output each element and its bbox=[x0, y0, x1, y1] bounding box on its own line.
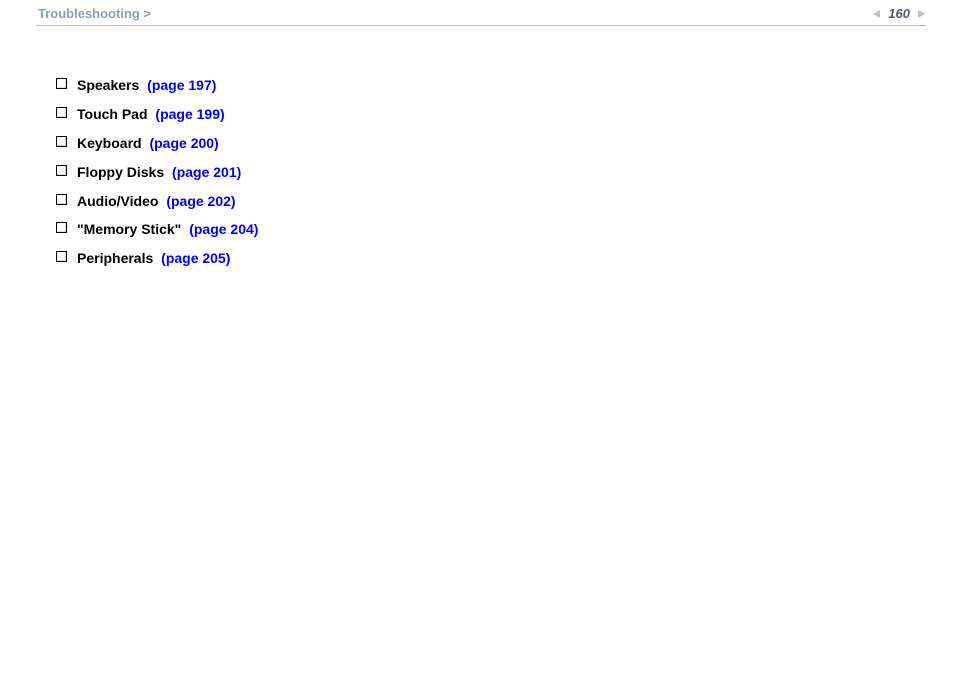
bullet-icon bbox=[56, 165, 67, 176]
bullet-icon bbox=[56, 78, 67, 89]
item-label: Peripherals bbox=[77, 250, 153, 266]
list-item: Keyboard (page 200) bbox=[56, 134, 954, 153]
page-link[interactable]: (page 204) bbox=[189, 221, 258, 237]
item-label: Audio/Video bbox=[77, 193, 158, 209]
list-item: Touch Pad (page 199) bbox=[56, 105, 954, 124]
list-item: Speakers (page 197) bbox=[56, 76, 954, 95]
item-label: Touch Pad bbox=[77, 106, 148, 122]
page-link[interactable]: (page 205) bbox=[161, 250, 230, 266]
bullet-icon bbox=[56, 194, 67, 205]
item-label: Speakers bbox=[77, 77, 139, 93]
item-label: Floppy Disks bbox=[77, 164, 164, 180]
list-item: Peripherals (page 205) bbox=[56, 249, 954, 268]
list-item: Floppy Disks (page 201) bbox=[56, 163, 954, 182]
page-link[interactable]: (page 199) bbox=[155, 106, 224, 122]
list-item: Audio/Video (page 202) bbox=[56, 192, 954, 211]
arrow-left-icon bbox=[872, 9, 882, 19]
list-item: "Memory Stick" (page 204) bbox=[56, 220, 954, 239]
page-header: Troubleshooting > 160 bbox=[0, 0, 954, 25]
arrow-right-icon bbox=[916, 9, 926, 19]
breadcrumb[interactable]: Troubleshooting > bbox=[38, 6, 151, 21]
bullet-icon bbox=[56, 136, 67, 147]
item-label: "Memory Stick" bbox=[77, 221, 181, 237]
page-number: 160 bbox=[888, 6, 910, 21]
next-page-button[interactable] bbox=[916, 9, 926, 19]
page-link[interactable]: (page 202) bbox=[166, 193, 235, 209]
bullet-icon bbox=[56, 222, 67, 233]
page-link[interactable]: (page 200) bbox=[149, 135, 218, 151]
content-list: Speakers (page 197) Touch Pad (page 199)… bbox=[0, 26, 954, 268]
item-label: Keyboard bbox=[77, 135, 142, 151]
page-link[interactable]: (page 197) bbox=[147, 77, 216, 93]
page-link[interactable]: (page 201) bbox=[172, 164, 241, 180]
prev-page-button[interactable] bbox=[872, 9, 882, 19]
bullet-icon bbox=[56, 107, 67, 118]
page-navigation: 160 bbox=[872, 6, 926, 21]
bullet-icon bbox=[56, 251, 67, 262]
